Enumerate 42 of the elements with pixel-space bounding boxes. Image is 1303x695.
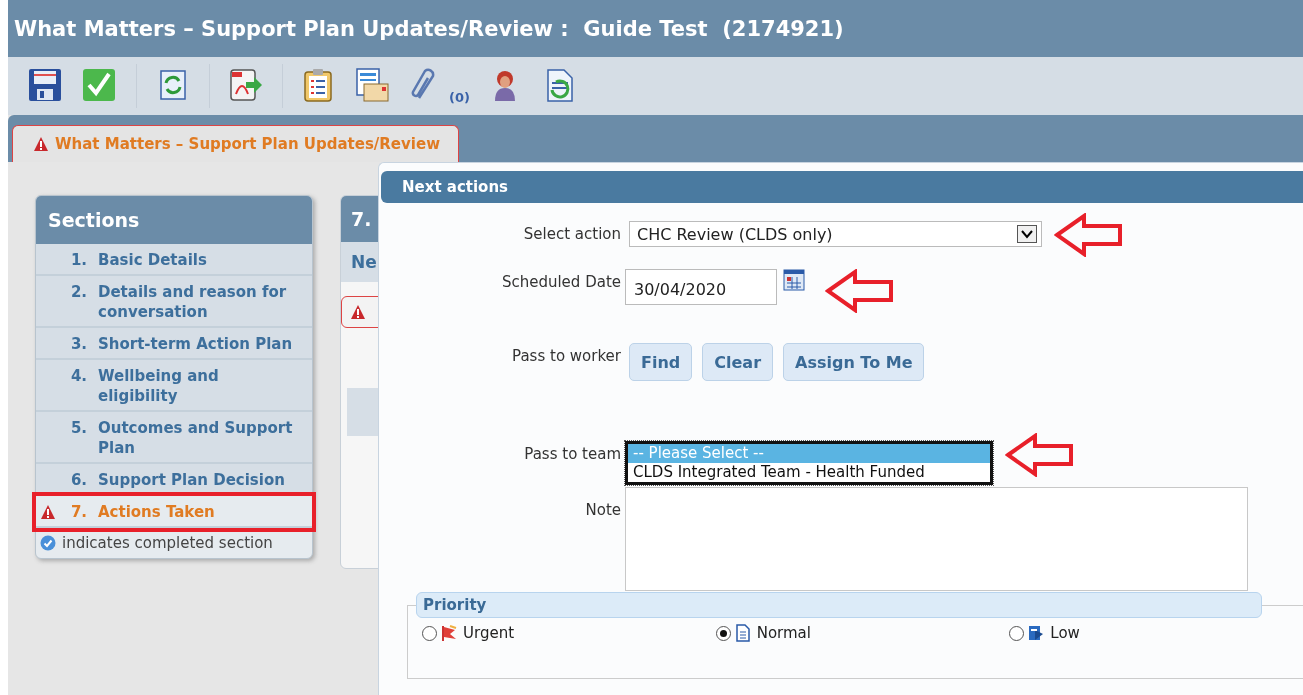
action-button[interactable]: Assign To Me — [783, 343, 925, 381]
panel-header: Sections — [36, 196, 312, 244]
legend-text: indicates completed section — [62, 534, 273, 552]
document-icon — [733, 624, 752, 642]
action-button[interactable]: Find — [629, 343, 693, 381]
pdf-export-icon[interactable] — [228, 68, 264, 104]
field-label: Pass to team — [523, 444, 621, 465]
team-listbox[interactable]: -- Please Select -- CLDS Integrated Team - Health Funded — [625, 441, 993, 485]
calendar-icon[interactable] — [783, 269, 805, 291]
letter-icon[interactable] — [355, 68, 391, 104]
checkmark-icon[interactable] — [82, 68, 118, 104]
radio-button[interactable] — [1009, 625, 1025, 641]
attachment-count: (0) — [449, 90, 470, 105]
action-button[interactable]: Clear — [702, 343, 774, 381]
form-tab[interactable]: What Matters – Support Plan Updates/Review — [12, 125, 459, 162]
priority-option[interactable]: Urgent — [422, 624, 716, 642]
warning-icon — [40, 504, 56, 520]
field-label: Scheduled Date — [500, 272, 621, 293]
completed-check-icon — [40, 535, 56, 551]
listbox-option[interactable]: CLDS Integrated Team - Health Funded — [628, 463, 990, 482]
listbox-option[interactable]: -- Please Select -- — [628, 444, 990, 463]
warning-icon — [350, 304, 366, 320]
section-item[interactable]: 2. Details and reason for conversation — [36, 276, 312, 328]
action-dropdown[interactable]: CHC Review (CLDS only) — [629, 221, 1042, 247]
section-item[interactable]: 4. Wellbeing and eligibility — [36, 360, 312, 412]
section-item[interactable]: 3. Short-term Action Plan — [36, 328, 312, 360]
field-label: Select action — [522, 224, 621, 245]
date-field[interactable]: 30/04/2020 — [625, 269, 777, 305]
field-label: Note — [584, 500, 621, 521]
window-title: What Matters – Support Plan Updates/Review : Guide Test (2174921) — [14, 16, 844, 41]
section-item[interactable]: 5. Outcomes and Support Plan — [36, 412, 312, 464]
priority-option[interactable]: Normal — [715, 624, 1010, 642]
dialog-title: Next actions — [381, 171, 1303, 203]
priority-option[interactable]: Low — [1009, 624, 1303, 642]
group-title: Priority — [416, 592, 1262, 618]
radio-button[interactable] — [715, 625, 731, 641]
section-item[interactable]: 1. Basic Details — [36, 244, 312, 276]
flag-icon — [440, 624, 458, 642]
field-label: Pass to worker — [511, 346, 621, 367]
note-field[interactable] — [625, 487, 1248, 591]
radio-button[interactable] — [422, 625, 437, 641]
save-icon[interactable] — [28, 68, 64, 104]
